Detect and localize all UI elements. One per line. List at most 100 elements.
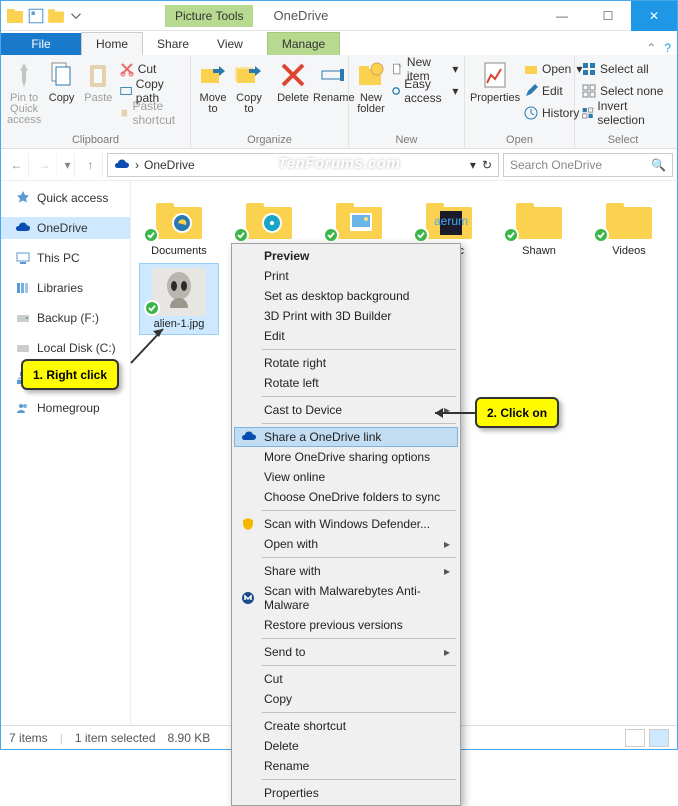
search-placeholder: Search OneDrive: [510, 158, 602, 172]
nav-homegroup[interactable]: Homegroup: [1, 397, 130, 419]
tab-home[interactable]: Home: [81, 32, 143, 55]
cut-button[interactable]: Cut: [119, 59, 184, 79]
dropdown-icon[interactable]: ▾: [470, 158, 476, 172]
ribbon-tabs: File Home Share View Manage ⌃ ?: [1, 31, 677, 55]
svg-text:aerum: aerum: [434, 214, 468, 228]
context-menu: Preview Print Set as desktop background …: [231, 243, 461, 806]
ctx-more-onedrive-options[interactable]: More OneDrive sharing options: [234, 447, 458, 467]
callout-click-on: 2. Click on: [475, 397, 559, 428]
paste-shortcut-button[interactable]: Paste shortcut: [119, 103, 184, 123]
ctx-cut[interactable]: Cut: [234, 669, 458, 689]
delete-button[interactable]: Delete: [277, 59, 309, 104]
tab-view[interactable]: View: [203, 33, 257, 55]
easy-access-button[interactable]: Easy access▾: [391, 81, 458, 101]
maximize-button[interactable]: ☐: [585, 1, 631, 31]
window-title: OneDrive: [273, 8, 328, 23]
ctx-rotate-right[interactable]: Rotate right: [234, 353, 458, 373]
breadcrumb[interactable]: › OneDrive ▾↻: [107, 153, 499, 177]
ctx-cast-to-device[interactable]: Cast to Device▸: [234, 400, 458, 420]
nav-onedrive[interactable]: OneDrive: [1, 217, 130, 239]
pin-quick-access-button[interactable]: Pin to Quick access: [7, 59, 41, 126]
qat-newfolder-icon[interactable]: [47, 7, 65, 25]
nav-local-disk[interactable]: Local Disk (C:): [1, 337, 130, 359]
search-icon: 🔍: [651, 158, 666, 172]
ctx-copy[interactable]: Copy: [234, 689, 458, 709]
folder-documents[interactable]: Documents: [139, 191, 219, 261]
ctx-print[interactable]: Print: [234, 266, 458, 286]
ctx-share-onedrive-link[interactable]: Share a OneDrive link: [234, 427, 458, 447]
picture-tools-tab-label: Picture Tools: [165, 5, 253, 27]
new-item-button[interactable]: New item▾: [391, 59, 458, 79]
qat-properties-icon[interactable]: [27, 7, 45, 25]
ctx-restore-versions[interactable]: Restore previous versions: [234, 615, 458, 635]
clipboard-group-label: Clipboard: [7, 132, 184, 146]
tab-share[interactable]: Share: [143, 33, 203, 55]
ctx-edit[interactable]: Edit: [234, 326, 458, 346]
qat-dropdown-icon[interactable]: [67, 7, 85, 25]
nav-quick-access[interactable]: Quick access: [1, 187, 130, 209]
select-none-button[interactable]: Select none: [581, 81, 665, 101]
address-bar: ← → ▾ ↑ › OneDrive ▾↻ Search OneDrive 🔍 …: [1, 149, 677, 181]
recent-locations-icon[interactable]: ▾: [61, 153, 75, 177]
ctx-create-shortcut[interactable]: Create shortcut: [234, 716, 458, 736]
nav-backup-drive[interactable]: Backup (F:): [1, 307, 130, 329]
status-selected: 1 item selected: [75, 731, 156, 745]
paste-button[interactable]: Paste: [82, 59, 115, 104]
copy-to-button[interactable]: Copy to: [233, 59, 265, 115]
select-all-button[interactable]: Select all: [581, 59, 665, 79]
title-bar: Picture Tools OneDrive — ☐ ✕: [1, 1, 677, 31]
ctx-properties[interactable]: Properties: [234, 783, 458, 803]
new-folder-button[interactable]: New folder: [355, 59, 387, 115]
tab-file[interactable]: File: [1, 33, 81, 55]
ribbon: Pin to Quick access Copy Paste Cut Copy …: [1, 55, 677, 149]
open-button[interactable]: Open▾: [523, 59, 582, 79]
forward-button[interactable]: →: [33, 153, 57, 177]
chevron-up-icon[interactable]: ⌃: [646, 41, 656, 55]
details-view-button[interactable]: [625, 729, 645, 747]
history-button[interactable]: History: [523, 103, 582, 123]
ctx-malwarebytes-scan[interactable]: Scan with Malwarebytes Anti-Malware: [234, 581, 458, 615]
properties-button[interactable]: Properties: [471, 59, 519, 104]
nav-this-pc[interactable]: This PC: [1, 247, 130, 269]
invert-selection-button[interactable]: Invert selection: [581, 103, 665, 123]
ctx-defender-scan[interactable]: Scan with Windows Defender...: [234, 514, 458, 534]
app-icon: [7, 8, 23, 24]
copy-path-button[interactable]: Copy path: [119, 81, 184, 101]
copy-button[interactable]: Copy: [45, 59, 78, 104]
refresh-icon[interactable]: ↻: [482, 158, 492, 172]
callout-right-click: 1. Right click: [21, 359, 119, 390]
quick-access-toolbar: [27, 7, 85, 25]
edit-button[interactable]: Edit: [523, 81, 582, 101]
ctx-choose-sync[interactable]: Choose OneDrive folders to sync: [234, 487, 458, 507]
navigation-pane: Quick access OneDrive This PC Libraries …: [1, 181, 131, 725]
minimize-button[interactable]: —: [539, 1, 585, 31]
onedrive-icon: [114, 157, 130, 173]
breadcrumb-location[interactable]: OneDrive: [144, 158, 195, 172]
new-group-label: New: [355, 132, 458, 146]
back-button[interactable]: ←: [5, 153, 29, 177]
ctx-preview[interactable]: Preview: [234, 246, 458, 266]
ctx-send-to[interactable]: Send to▸: [234, 642, 458, 662]
close-button[interactable]: ✕: [631, 1, 677, 31]
status-size: 8.90 KB: [168, 731, 211, 745]
ctx-share-with[interactable]: Share with▸: [234, 561, 458, 581]
ctx-delete[interactable]: Delete: [234, 736, 458, 756]
folder-videos[interactable]: Videos: [589, 191, 669, 261]
ctx-open-with[interactable]: Open with▸: [234, 534, 458, 554]
icons-view-button[interactable]: [649, 729, 669, 747]
ctx-set-background[interactable]: Set as desktop background: [234, 286, 458, 306]
tab-manage[interactable]: Manage: [267, 32, 340, 55]
ctx-rename[interactable]: Rename: [234, 756, 458, 776]
ctx-rotate-left[interactable]: Rotate left: [234, 373, 458, 393]
organize-group-label: Organize: [197, 132, 342, 146]
select-group-label: Select: [581, 132, 665, 146]
search-input[interactable]: Search OneDrive 🔍: [503, 153, 673, 177]
ctx-view-online[interactable]: View online: [234, 467, 458, 487]
up-button[interactable]: ↑: [79, 153, 103, 177]
help-icon[interactable]: ?: [664, 41, 671, 55]
nav-libraries[interactable]: Libraries: [1, 277, 130, 299]
folder-shawn[interactable]: Shawn: [499, 191, 579, 261]
move-to-button[interactable]: Move to: [197, 59, 229, 115]
ctx-3d-print[interactable]: 3D Print with 3D Builder: [234, 306, 458, 326]
status-item-count: 7 items: [9, 731, 48, 745]
